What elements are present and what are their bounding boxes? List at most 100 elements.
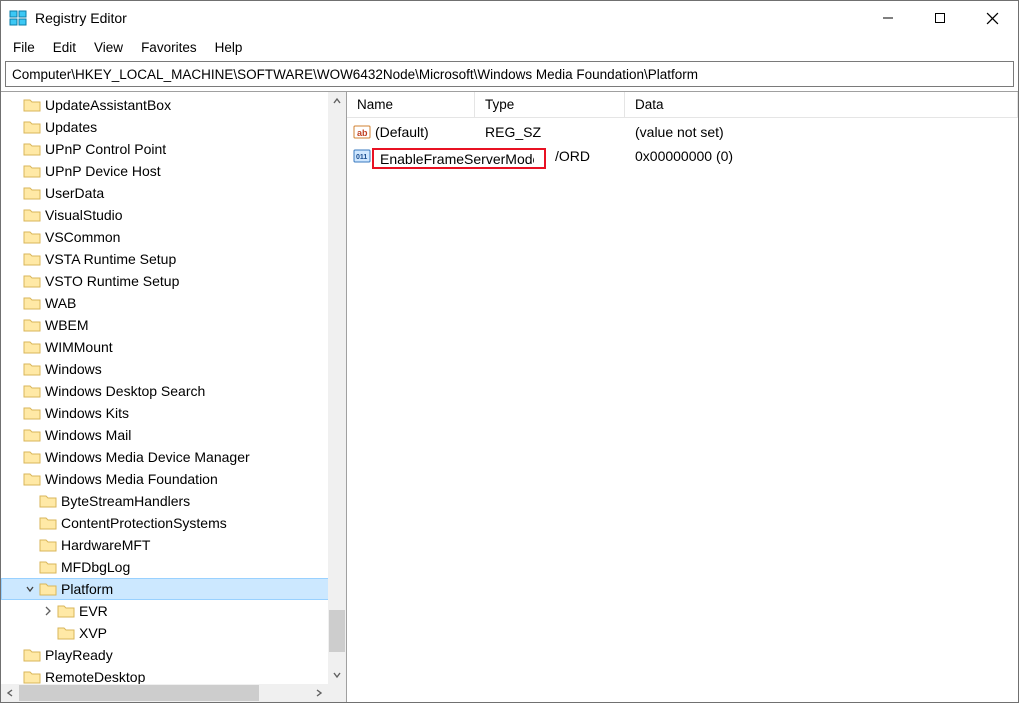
tree-item-label: RemoteDesktop <box>45 669 145 685</box>
tree-scrollbar-horizontal[interactable] <box>1 684 346 702</box>
tree-item-label: Windows Kits <box>45 405 129 421</box>
menu-edit[interactable]: Edit <box>45 38 84 57</box>
scroll-thumb-horizontal[interactable] <box>19 685 259 701</box>
maximize-button[interactable] <box>914 1 966 35</box>
column-header-type[interactable]: Type <box>475 92 625 117</box>
folder-icon <box>23 405 41 421</box>
value-type: REG_SZ <box>475 124 625 140</box>
registry-tree[interactable]: UpdateAssistantBox Updates UPnP Control Po… <box>1 92 346 690</box>
folder-icon <box>23 317 41 333</box>
tree-item[interactable]: VSTA Runtime Setup <box>1 248 346 270</box>
window-title: Registry Editor <box>35 10 862 26</box>
close-button[interactable] <box>966 1 1018 35</box>
tree-item[interactable]: ContentProtectionSystems <box>1 512 346 534</box>
tree-item[interactable]: Windows Media Foundation <box>1 468 346 490</box>
tree-item[interactable]: UPnP Device Host <box>1 160 346 182</box>
tree-item-label: XVP <box>79 625 107 641</box>
tree-item-label: ByteStreamHandlers <box>61 493 190 509</box>
tree-item[interactable]: UPnP Control Point <box>1 138 346 160</box>
tree-item-label: MFDbgLog <box>61 559 130 575</box>
tree-item[interactable]: Windows Kits <box>1 402 346 424</box>
tree-item[interactable]: EVR <box>1 600 346 622</box>
value-row[interactable]: ab(Default) REG_SZ(value not set) <box>347 120 1018 144</box>
tree-panel: UpdateAssistantBox Updates UPnP Control Po… <box>1 92 347 702</box>
tree-item-label: PlayReady <box>45 647 113 663</box>
folder-icon <box>23 141 41 157</box>
tree-item[interactable]: HardwareMFT <box>1 534 346 556</box>
tree-item[interactable]: Windows <box>1 358 346 380</box>
folder-icon <box>23 383 41 399</box>
values-panel: Name Type Data ab(Default) REG_SZ(value n… <box>347 92 1018 702</box>
value-row[interactable]: 011/ORD0x00000000 (0) <box>347 144 1018 168</box>
value-name-input[interactable] <box>378 150 536 168</box>
tree-item[interactable]: Windows Mail <box>1 424 346 446</box>
tree-item-label: WAB <box>45 295 76 311</box>
folder-icon <box>23 163 41 179</box>
tree-item-label: WBEM <box>45 317 89 333</box>
value-name-edit[interactable] <box>372 148 546 169</box>
folder-icon <box>23 647 41 663</box>
tree-item[interactable]: WBEM <box>1 314 346 336</box>
tree-item[interactable]: Platform <box>1 578 346 600</box>
scroll-thumb-vertical[interactable] <box>329 610 345 652</box>
minimize-button[interactable] <box>862 1 914 35</box>
scroll-left-icon[interactable] <box>1 684 19 702</box>
tree-item[interactable]: VisualStudio <box>1 204 346 226</box>
chevron-down-icon[interactable] <box>23 582 37 596</box>
folder-icon <box>23 229 41 245</box>
folder-icon <box>23 361 41 377</box>
column-headers: Name Type Data <box>347 92 1018 118</box>
column-header-data[interactable]: Data <box>625 92 1018 117</box>
folder-icon <box>39 559 57 575</box>
menu-view[interactable]: View <box>86 38 131 57</box>
tree-item[interactable]: UpdateAssistantBox <box>1 94 346 116</box>
value-data: (value not set) <box>625 124 1018 140</box>
folder-icon <box>39 581 57 597</box>
tree-item[interactable]: VSTO Runtime Setup <box>1 270 346 292</box>
folder-icon <box>39 515 57 531</box>
scroll-up-icon[interactable] <box>328 92 346 110</box>
tree-item-label: VSCommon <box>45 229 120 245</box>
main-area: UpdateAssistantBox Updates UPnP Control Po… <box>1 91 1018 702</box>
tree-item[interactable]: Windows Media Device Manager <box>1 446 346 468</box>
tree-item-label: UserData <box>45 185 104 201</box>
folder-icon <box>39 537 57 553</box>
folder-icon <box>23 119 41 135</box>
scroll-right-icon[interactable] <box>310 684 328 702</box>
scroll-corner <box>328 684 346 702</box>
tree-item[interactable]: Windows Desktop Search <box>1 380 346 402</box>
string-value-icon: ab <box>353 123 371 141</box>
tree-item-label: UPnP Control Point <box>45 141 166 157</box>
column-header-name[interactable]: Name <box>347 92 475 117</box>
tree-item-label: Windows Media Foundation <box>45 471 218 487</box>
address-bar[interactable]: Computer\HKEY_LOCAL_MACHINE\SOFTWARE\WOW… <box>5 61 1014 87</box>
tree-item-label: VSTA Runtime Setup <box>45 251 176 267</box>
tree-item-label: EVR <box>79 603 108 619</box>
menu-file[interactable]: File <box>5 38 43 57</box>
tree-item[interactable]: WAB <box>1 292 346 314</box>
folder-icon <box>57 603 75 619</box>
scroll-down-icon[interactable] <box>328 666 346 684</box>
chevron-right-icon[interactable] <box>41 604 55 618</box>
folder-icon <box>23 295 41 311</box>
titlebar: Registry Editor <box>1 1 1018 35</box>
tree-item[interactable]: XVP <box>1 622 346 644</box>
tree-item[interactable]: VSCommon <box>1 226 346 248</box>
tree-item-label: Updates <box>45 119 97 135</box>
tree-item[interactable]: MFDbgLog <box>1 556 346 578</box>
menu-help[interactable]: Help <box>207 38 251 57</box>
tree-scrollbar-vertical[interactable] <box>328 92 346 684</box>
value-list[interactable]: ab(Default) REG_SZ(value not set) 011/ORD0… <box>347 118 1018 702</box>
tree-item[interactable]: Updates <box>1 116 346 138</box>
folder-icon <box>23 97 41 113</box>
folder-icon <box>23 427 41 443</box>
value-name: (Default) <box>375 124 429 140</box>
tree-item[interactable]: ByteStreamHandlers <box>1 490 346 512</box>
menu-favorites[interactable]: Favorites <box>133 38 205 57</box>
folder-icon <box>23 339 41 355</box>
tree-item[interactable]: WIMMount <box>1 336 346 358</box>
tree-item[interactable]: PlayReady <box>1 644 346 666</box>
tree-item-label: UPnP Device Host <box>45 163 161 179</box>
tree-item-label: Windows Desktop Search <box>45 383 205 399</box>
tree-item[interactable]: UserData <box>1 182 346 204</box>
